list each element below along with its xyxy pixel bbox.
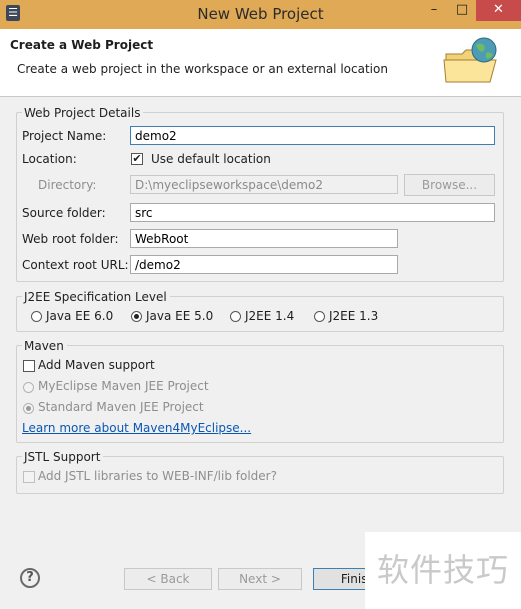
standard-maven-radio[interactable] — [23, 403, 34, 414]
web-root-folder-input[interactable] — [130, 229, 398, 248]
project-name-label: Project Name: — [22, 129, 107, 143]
directory-label: Directory: — [38, 178, 97, 192]
java-ee-6-radio[interactable] — [31, 311, 42, 322]
maximize-icon[interactable]: □ — [448, 0, 476, 21]
myeclipse-maven-radio[interactable] — [23, 382, 34, 393]
myeclipse-maven-label[interactable]: MyEclipse Maven JEE Project — [38, 379, 209, 393]
jstl-support-legend: JSTL Support — [22, 450, 104, 464]
use-default-location-checkbox[interactable]: ✔ — [131, 153, 143, 165]
add-jstl-checkbox[interactable] — [23, 471, 35, 483]
java-ee-5-label[interactable]: Java EE 5.0 — [146, 309, 213, 323]
project-name-input[interactable] — [130, 126, 495, 145]
add-jstl-label[interactable]: Add JSTL libraries to WEB-INF/lib folder… — [38, 469, 277, 483]
java-ee-6-label[interactable]: Java EE 6.0 — [46, 309, 113, 323]
web-root-folder-label: Web root folder: — [22, 232, 119, 246]
learn-more-maven-link[interactable]: Learn more about Maven4MyEclipse... — [22, 421, 251, 435]
maven-legend: Maven — [22, 339, 67, 353]
watermark: 软件技巧 — [365, 532, 521, 609]
j2ee-1-3-label[interactable]: J2EE 1.3 — [329, 309, 378, 323]
j2ee-1-4-radio[interactable] — [230, 311, 241, 322]
context-root-url-input[interactable] — [130, 255, 398, 274]
close-icon[interactable]: ✕ — [476, 0, 521, 21]
use-default-location-label[interactable]: Use default location — [151, 152, 271, 166]
j2ee-spec-legend: J2EE Specification Level — [22, 290, 170, 304]
page-subtitle: Create a web project in the workspace or… — [17, 62, 388, 76]
page-title: Create a Web Project — [10, 38, 154, 52]
web-project-details-legend: Web Project Details — [22, 106, 144, 120]
java-ee-5-radio[interactable] — [131, 311, 142, 322]
help-icon[interactable]: ? — [20, 568, 40, 588]
j2ee-1-4-label[interactable]: J2EE 1.4 — [245, 309, 294, 323]
add-maven-support-label[interactable]: Add Maven support — [38, 358, 155, 372]
minimize-icon[interactable]: – — [420, 0, 448, 21]
source-folder-input[interactable] — [130, 203, 495, 222]
back-button[interactable]: < Back — [124, 568, 212, 590]
add-maven-support-checkbox[interactable] — [23, 360, 35, 372]
browse-button[interactable]: Browse... — [404, 174, 495, 196]
context-root-url-label: Context root URL: — [22, 258, 129, 272]
globe-folder-icon — [443, 37, 497, 83]
directory-input[interactable] — [130, 175, 398, 194]
source-folder-label: Source folder: — [22, 206, 106, 220]
next-button[interactable]: Next > — [218, 568, 302, 590]
j2ee-1-3-radio[interactable] — [314, 311, 325, 322]
location-label: Location: — [22, 152, 77, 166]
standard-maven-label[interactable]: Standard Maven JEE Project — [38, 400, 204, 414]
